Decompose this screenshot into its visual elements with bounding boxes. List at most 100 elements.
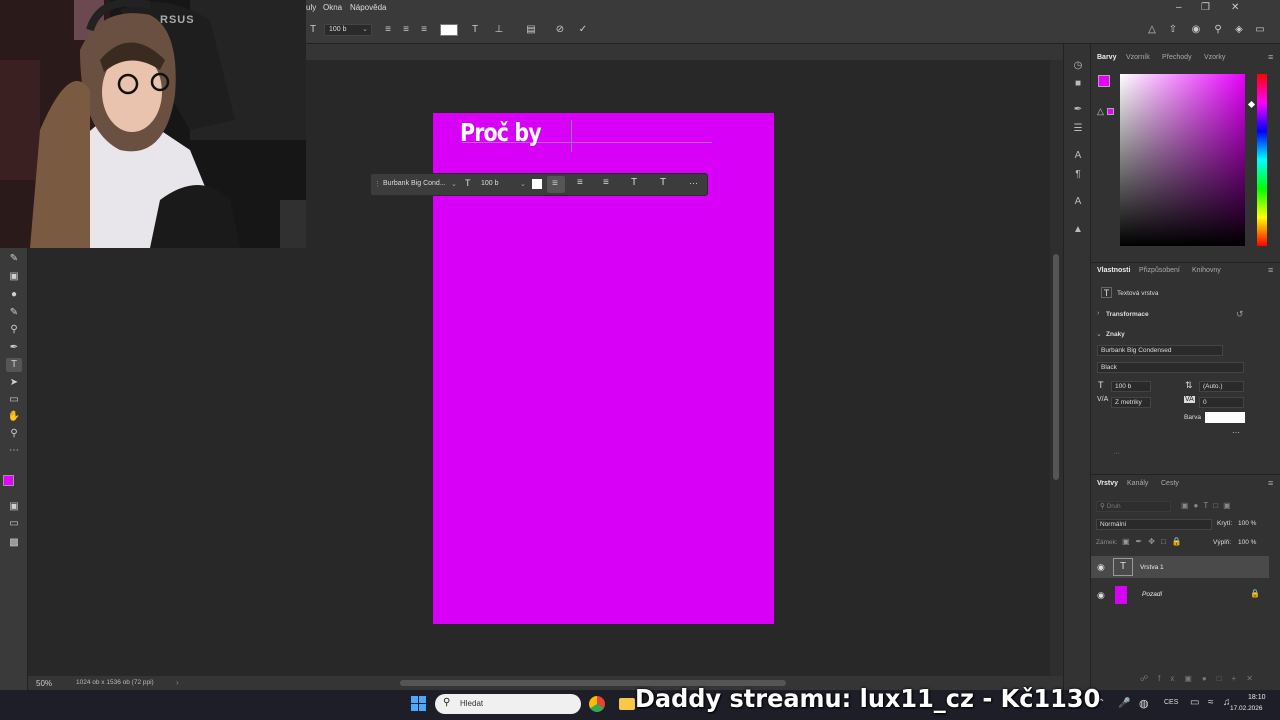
layer-actions-bar[interactable]: ☍fx▣●□+✕ [1140, 674, 1263, 683]
text-color-swatch[interactable] [440, 24, 458, 36]
font-size-select[interactable]: 100 b [1111, 381, 1151, 392]
chrome-icon[interactable] [589, 696, 605, 712]
eye-icon[interactable]: ◉ [1097, 562, 1105, 573]
align-center-icon[interactable]: ≡ [577, 177, 583, 188]
document-text[interactable]: Proč by [460, 118, 542, 147]
text-on-path-icon[interactable]: ⊥ [492, 23, 506, 37]
more-tools-icon[interactable]: ⋯ [6, 444, 22, 458]
chevron-down-icon[interactable]: ⌄ [1096, 330, 1102, 338]
adjustments-icon[interactable]: ☰ [1071, 123, 1085, 135]
reset-icon[interactable]: ↺ [1236, 309, 1244, 320]
panel-menu-icon[interactable]: ≡ [1268, 52, 1273, 62]
menu-item-view[interactable]: uly [306, 3, 316, 12]
menu-item-help[interactable]: Nápověda [350, 3, 386, 12]
blur-tool-icon[interactable]: ● [6, 288, 22, 302]
align-right-icon[interactable]: ≡ [603, 177, 609, 188]
ctx-font-select[interactable]: Burbank Big Cond... [383, 180, 446, 187]
tab-layers[interactable]: Vrstvy [1097, 480, 1118, 487]
tab-patterns[interactable]: Vzorky [1204, 54, 1225, 61]
tab-adjustments[interactable]: Přizpůsobení [1139, 267, 1180, 274]
notifications-icon[interactable]: ◉ [1189, 23, 1203, 37]
clock-time[interactable]: 18:10 [1248, 694, 1266, 701]
dodge-tool-icon[interactable]: ⚲ [6, 323, 22, 337]
character-section-label[interactable]: Znaky [1106, 331, 1125, 338]
close-icon[interactable]: ✕ [1231, 2, 1239, 13]
drag-handle-icon[interactable]: ⋮ [374, 180, 381, 188]
chevron-right-icon[interactable]: › [1097, 310, 1099, 317]
network-icon[interactable]: ◍ [1139, 697, 1149, 710]
menu-item-window[interactable]: Okna [323, 3, 342, 12]
tracking-select[interactable]: 0 [1199, 397, 1244, 408]
tab-paths[interactable]: Cesty [1161, 480, 1179, 487]
type-tool-icon[interactable]: T [6, 358, 22, 372]
zoom-level[interactable]: 50% [36, 679, 52, 688]
kerning-select[interactable]: Z metriky [1111, 397, 1151, 408]
foreground-color-swatch[interactable] [3, 475, 14, 486]
microphone-icon[interactable]: 🎤 [1118, 698, 1130, 709]
color-fg-swatch[interactable] [1098, 75, 1110, 87]
ctx-align-left-button[interactable]: ≡ [547, 176, 565, 193]
lock-icons[interactable]: ▣✒✥□🔒 [1122, 537, 1188, 546]
edit-toolbar-icon[interactable]: ▩ [6, 536, 22, 550]
discover-icon[interactable]: ◈ [1232, 23, 1246, 37]
file-explorer-icon[interactable] [619, 698, 635, 710]
screen-mode-icon[interactable]: ▭ [6, 517, 22, 531]
text-style-icon[interactable]: T [660, 177, 666, 188]
hand-tool-icon[interactable]: ✋ [6, 410, 22, 424]
chevron-down-icon[interactable]: ⌄ [520, 180, 526, 188]
wifi-icon[interactable]: ≈ [1208, 697, 1214, 708]
tab-swatches[interactable]: Vzorník [1126, 54, 1150, 61]
rectangle-tool-icon[interactable]: ▭ [6, 393, 22, 407]
layer-row[interactable]: ◉ Pozadí 🔒 [1091, 584, 1269, 606]
tab-channels[interactable]: Kanály [1127, 480, 1148, 487]
commit-check-icon[interactable]: ✓ [576, 23, 590, 37]
web-color-swatch[interactable] [1107, 108, 1114, 115]
layer-filter-icons[interactable]: ▣●T□▣ [1181, 501, 1236, 510]
search-icon[interactable]: ⚲ [1211, 23, 1225, 37]
layer-name[interactable]: Vrstva 1 [1140, 564, 1164, 571]
font-style-select[interactable]: Black [1097, 362, 1244, 373]
align-right-icon[interactable]: ≡ [417, 23, 431, 37]
panel-menu-icon[interactable]: ≡ [1268, 265, 1273, 275]
layer-filter-input[interactable]: ⚲ Druh [1096, 501, 1171, 512]
ctx-size-select[interactable]: 100 b [481, 180, 499, 187]
ctx-color-swatch[interactable] [532, 179, 542, 189]
glyphs-icon[interactable]: A [1071, 196, 1085, 208]
more-options-icon[interactable]: ··· [1232, 428, 1240, 437]
paragraph-icon[interactable]: ¶ [1071, 169, 1085, 181]
tab-properties[interactable]: Vlastnosti [1097, 267, 1130, 274]
windows-start-icon[interactable] [411, 696, 427, 712]
panel-collapse-handle[interactable]: ··· [1113, 450, 1120, 457]
color-field[interactable] [1120, 74, 1245, 246]
vertical-scroll-thumb[interactable] [1053, 254, 1059, 480]
tab-color[interactable]: Barvy [1097, 54, 1116, 61]
panel-menu-icon[interactable]: ≡ [1268, 478, 1273, 488]
eye-icon[interactable]: ◉ [1097, 590, 1105, 601]
history-icon[interactable]: ◷ [1071, 60, 1085, 72]
display-icon[interactable]: ▭ [1190, 697, 1199, 708]
fill-value[interactable]: 100 % [1238, 539, 1256, 546]
path-selection-icon[interactable]: ➤ [6, 376, 22, 390]
pen-tool-icon[interactable]: ✒ [6, 341, 22, 355]
zoom-tool-icon[interactable]: ⚲ [6, 427, 22, 441]
language-indicator[interactable]: CES [1164, 699, 1178, 706]
healing-brush-icon[interactable]: ✎ [6, 252, 22, 266]
transform-section-label[interactable]: Transformace [1106, 311, 1149, 318]
tab-libraries[interactable]: Knihovny [1192, 267, 1221, 274]
hue-slider[interactable] [1257, 74, 1267, 246]
more-options-icon[interactable]: ··· [689, 178, 698, 188]
comments-icon[interactable]: ■ [1071, 78, 1085, 90]
taskbar-search[interactable]: ⚲ Hledat [435, 694, 581, 714]
warp-text-icon[interactable]: T [468, 23, 482, 37]
character-icon[interactable]: A [1071, 150, 1085, 162]
plugins-icon[interactable]: ▲ [1071, 224, 1085, 236]
blend-mode-select[interactable]: Normální [1096, 519, 1212, 530]
brushes-icon[interactable]: ✒ [1071, 104, 1085, 116]
character-panel-icon[interactable]: ▤ [524, 23, 538, 37]
cancel-icon[interactable]: ⊘ [553, 23, 567, 37]
font-family-select[interactable]: Burbank Big Condensed [1097, 345, 1223, 356]
clock-date[interactable]: 17.02.2026 [1230, 705, 1263, 712]
workspace-icon[interactable]: ▭ [1253, 23, 1267, 37]
brush-tool-icon[interactable]: ✎ [6, 306, 22, 320]
maximize-icon[interactable]: ❐ [1201, 2, 1210, 13]
